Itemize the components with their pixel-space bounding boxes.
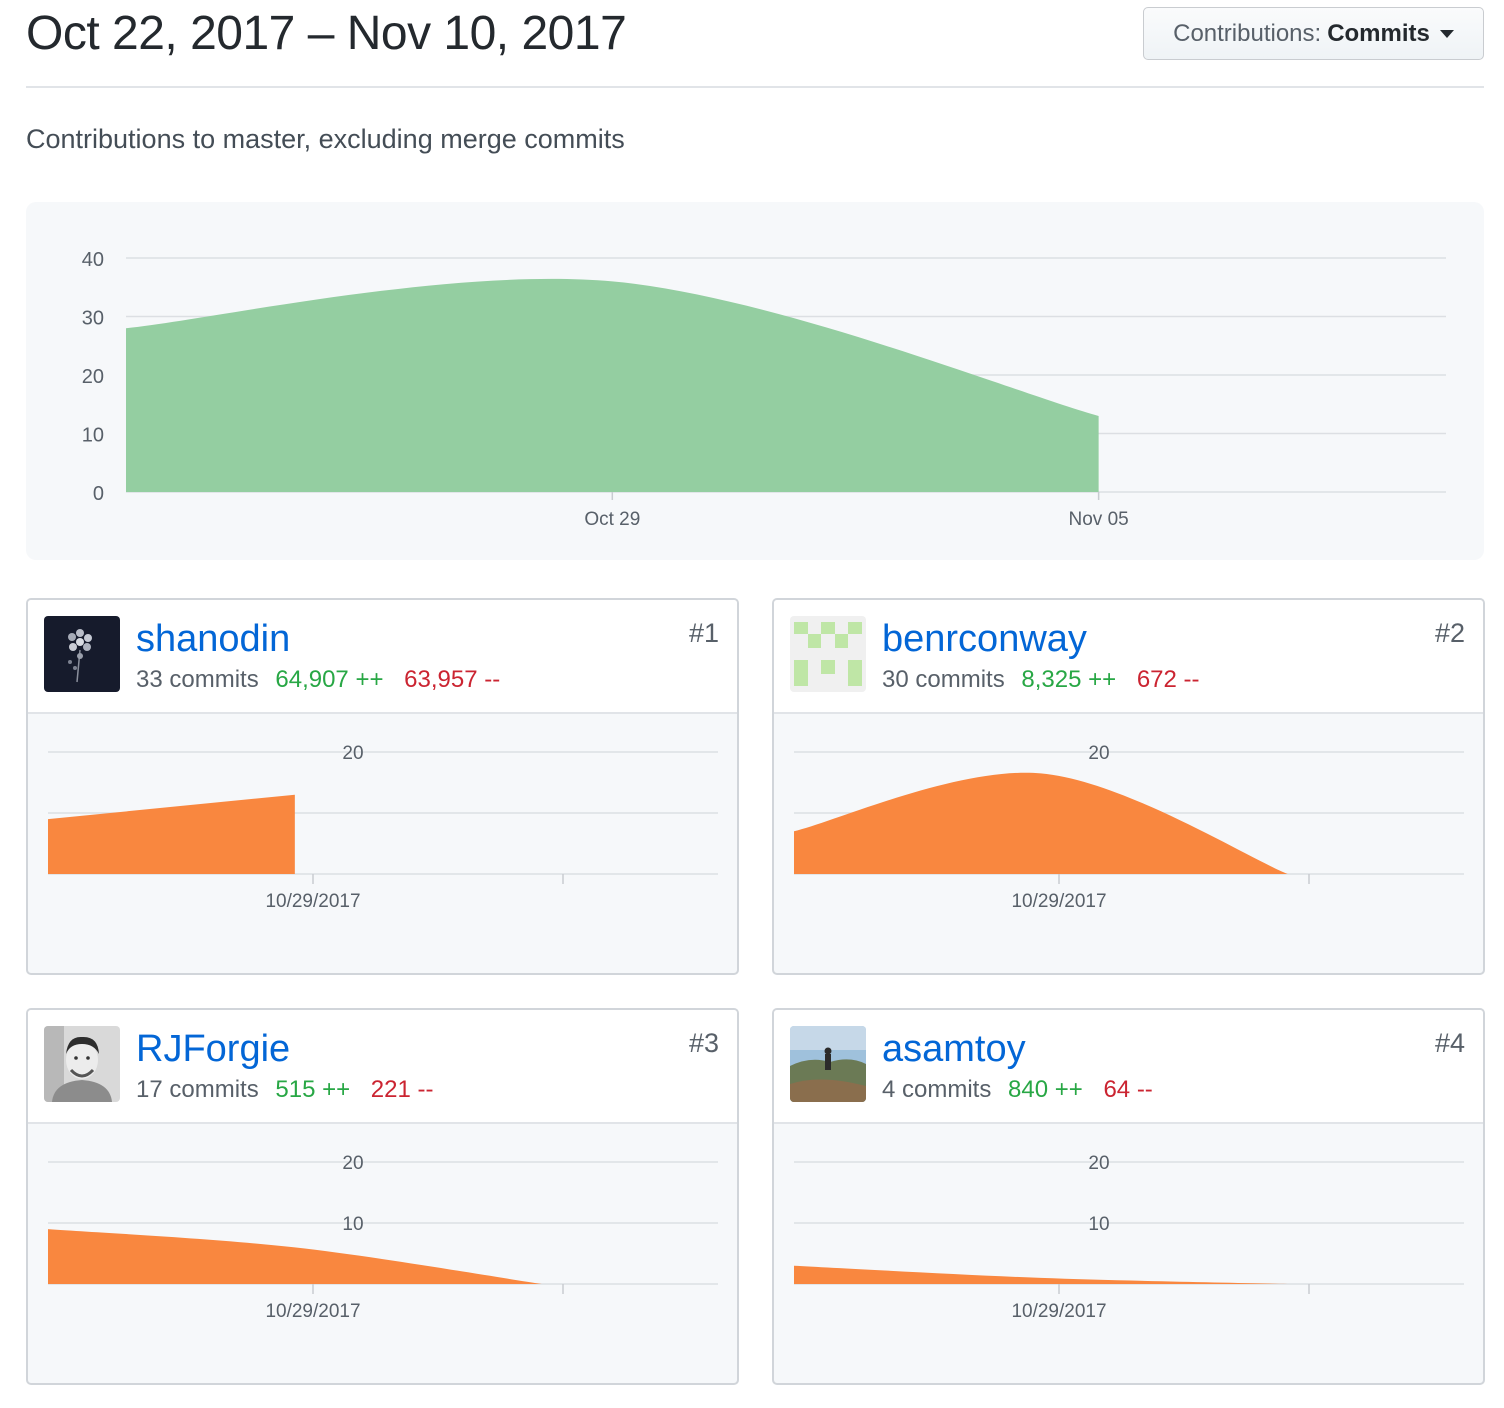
caret-down-icon bbox=[1439, 29, 1454, 38]
portrait-photo-avatar bbox=[44, 1026, 120, 1102]
commits-overview-svg: 0 10 20 30 40 Oct 29 Nov 05 bbox=[82, 249, 1446, 530]
deletions-count: 221 -- bbox=[370, 1076, 434, 1103]
date-range-title: Oct 22, 2017 – Nov 10, 2017 bbox=[26, 7, 627, 60]
avatar[interactable] bbox=[44, 1026, 120, 1102]
commits-area bbox=[48, 1229, 542, 1284]
flower-photo-avatar bbox=[44, 616, 120, 692]
y-tick-label: 20 bbox=[1088, 743, 1109, 764]
contributor-stats: 33 commits 64,907 ++ 63,957 -- bbox=[136, 666, 500, 694]
commits-count[interactable]: 33 commits bbox=[136, 666, 259, 693]
contributor-name-link[interactable]: RJForgie bbox=[136, 1028, 290, 1071]
commits-count[interactable]: 4 commits bbox=[882, 1076, 991, 1103]
additions-count: 8,325 ++ bbox=[1021, 666, 1117, 693]
contributor-card-3: RJForgie 17 commits 515 ++ 221 -- #3 10 2… bbox=[26, 1008, 739, 1385]
avatar[interactable] bbox=[44, 616, 120, 692]
y-tick-label: 20 bbox=[342, 1153, 363, 1174]
contributor-name-link[interactable]: benrconway bbox=[882, 618, 1087, 661]
y-tick-label: 10 bbox=[82, 425, 104, 447]
contributor-chart-svg: 20 10/29/2017 bbox=[794, 743, 1464, 912]
commits-area bbox=[794, 1265, 1288, 1284]
avatar[interactable] bbox=[790, 1026, 866, 1102]
contributor-stats: 4 commits 840 ++ 64 -- bbox=[882, 1076, 1153, 1104]
contributor-chart: 20 10/29/2017 bbox=[774, 714, 1483, 973]
commits-count[interactable]: 17 commits bbox=[136, 1076, 259, 1103]
commits-overview-chart: 0 10 20 30 40 Oct 29 Nov 05 bbox=[26, 202, 1484, 560]
contributor-name-link[interactable]: shanodin bbox=[136, 618, 290, 661]
x-tick-label: 10/29/2017 bbox=[1011, 1301, 1106, 1322]
contributor-rank: #1 bbox=[688, 618, 719, 648]
contributor-stats: 30 commits 8,325 ++ 672 -- bbox=[882, 666, 1200, 694]
additions-count: 840 ++ bbox=[1008, 1076, 1083, 1103]
contributor-chart-svg: 10 20 10/29/2017 bbox=[794, 1153, 1464, 1322]
landscape-photo-avatar bbox=[790, 1026, 866, 1102]
y-tick-label: 0 bbox=[93, 483, 104, 505]
contributor-rank: #3 bbox=[688, 1028, 719, 1058]
contributor-chart-svg: 10 20 10/29/2017 bbox=[48, 1153, 718, 1322]
x-tick-label: 10/29/2017 bbox=[1011, 891, 1106, 912]
additions-count: 515 ++ bbox=[275, 1076, 351, 1103]
contributor-card-header: asamtoy 4 commits 840 ++ 64 -- #4 bbox=[774, 1010, 1483, 1124]
contributor-chart: 20 10/29/2017 bbox=[28, 714, 737, 973]
y-tick-label: 20 bbox=[1088, 1153, 1109, 1174]
commits-area bbox=[794, 772, 1288, 874]
dropdown-label: Contributions: bbox=[1173, 19, 1322, 47]
y-tick-label: 10 bbox=[1088, 1214, 1109, 1235]
commits-count[interactable]: 30 commits bbox=[882, 666, 1005, 693]
contributions-type-dropdown[interactable]: Contributions: Commits bbox=[1143, 7, 1484, 60]
identicon-avatar bbox=[790, 616, 866, 692]
header-divider bbox=[26, 86, 1484, 88]
y-tick-label: 40 bbox=[82, 249, 104, 271]
contributor-card-1: shanodin 33 commits 64,907 ++ 63,957 -- … bbox=[26, 598, 739, 975]
x-tick-label: 10/29/2017 bbox=[265, 891, 360, 912]
x-tick-label: 10/29/2017 bbox=[265, 1301, 360, 1322]
commits-area bbox=[48, 794, 295, 874]
y-tick-label: 20 bbox=[82, 366, 104, 388]
contributor-card-2: benrconway 30 commits 8,325 ++ 672 -- #2… bbox=[772, 598, 1485, 975]
y-tick-label: 30 bbox=[82, 308, 104, 330]
contributor-chart-svg: 20 10/29/2017 bbox=[48, 743, 718, 912]
deletions-count: 672 -- bbox=[1136, 666, 1200, 693]
contributor-rank: #4 bbox=[1434, 1028, 1465, 1058]
deletions-count: 64 -- bbox=[1103, 1076, 1153, 1103]
additions-count: 64,907 ++ bbox=[275, 666, 384, 693]
avatar[interactable] bbox=[790, 616, 866, 692]
contributor-card-header: RJForgie 17 commits 515 ++ 221 -- #3 bbox=[28, 1010, 737, 1124]
contributor-rank: #2 bbox=[1434, 618, 1465, 648]
contributor-chart: 10 20 10/29/2017 bbox=[774, 1124, 1483, 1383]
deletions-count: 63,957 -- bbox=[404, 666, 501, 693]
contributor-card-4: asamtoy 4 commits 840 ++ 64 -- #4 10 20 10… bbox=[772, 1008, 1485, 1385]
page-subtitle: Contributions to master, excluding merge… bbox=[26, 124, 625, 154]
y-tick-label: 20 bbox=[342, 743, 363, 764]
y-tick-label: 10 bbox=[342, 1214, 363, 1235]
contributor-stats: 17 commits 515 ++ 221 -- bbox=[136, 1076, 434, 1104]
contributor-chart: 10 20 10/29/2017 bbox=[28, 1124, 737, 1383]
contributor-card-header: benrconway 30 commits 8,325 ++ 672 -- #2 bbox=[774, 600, 1483, 714]
x-tick-label: Nov 05 bbox=[1069, 509, 1129, 530]
contributor-name-link[interactable]: asamtoy bbox=[882, 1028, 1026, 1071]
dropdown-value: Commits bbox=[1327, 19, 1430, 47]
x-tick-label: Oct 29 bbox=[584, 509, 640, 530]
commits-area bbox=[126, 278, 1099, 492]
contributor-card-header: shanodin 33 commits 64,907 ++ 63,957 -- … bbox=[28, 600, 737, 714]
